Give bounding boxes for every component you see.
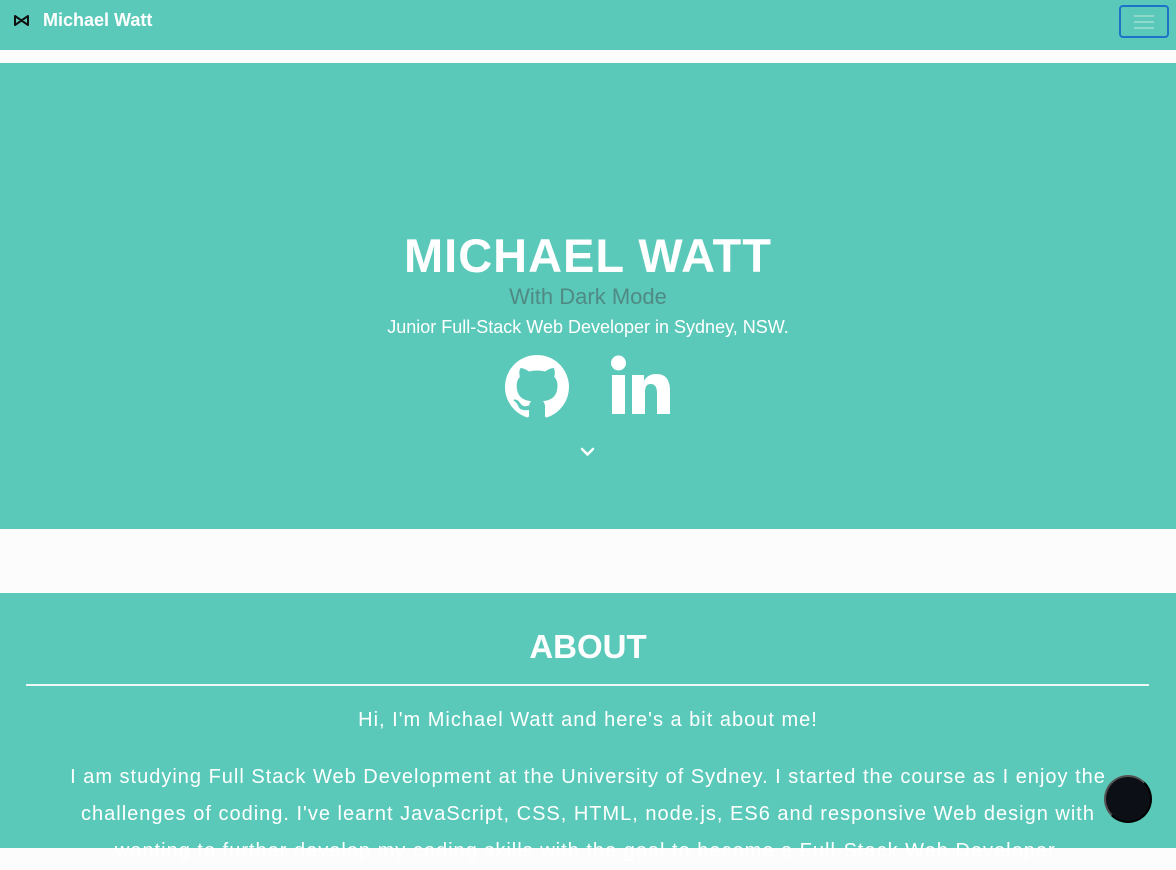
about-section: ABOUT Hi, I'm Michael Watt and here's a …: [0, 593, 1176, 862]
linkedin-link[interactable]: [611, 355, 671, 415]
bowtie-logo-icon: [14, 13, 29, 28]
hero-section: MICHAEL WATT With Dark Mode Junior Full-…: [0, 63, 1176, 529]
hero-title: MICHAEL WATT: [404, 229, 772, 282]
github-icon: [505, 355, 569, 419]
chevron-down-icon: [579, 445, 596, 458]
about-heading: ABOUT: [529, 628, 647, 665]
about-body: I am studying Full Stack Web Development…: [70, 766, 1106, 862]
about-divider: [26, 684, 1149, 686]
dark-mode-toggle-button[interactable]: [1104, 775, 1152, 823]
brand-link[interactable]: Michael Watt: [14, 10, 152, 31]
brand-label: Michael Watt: [43, 10, 153, 30]
hero-tagline: Junior Full-Stack Web Developer in Sydne…: [387, 317, 789, 337]
scroll-down-link[interactable]: [579, 445, 596, 458]
github-link[interactable]: [505, 355, 569, 419]
navbar: Michael Watt: [0, 0, 1176, 50]
hero-subtitle: With Dark Mode: [509, 284, 667, 309]
navbar-toggle-button[interactable]: [1119, 5, 1169, 38]
about-intro: Hi, I'm Michael Watt and here's a bit ab…: [358, 709, 818, 731]
hamburger-menu-icon: [1133, 13, 1155, 31]
linkedin-icon: [611, 355, 671, 415]
